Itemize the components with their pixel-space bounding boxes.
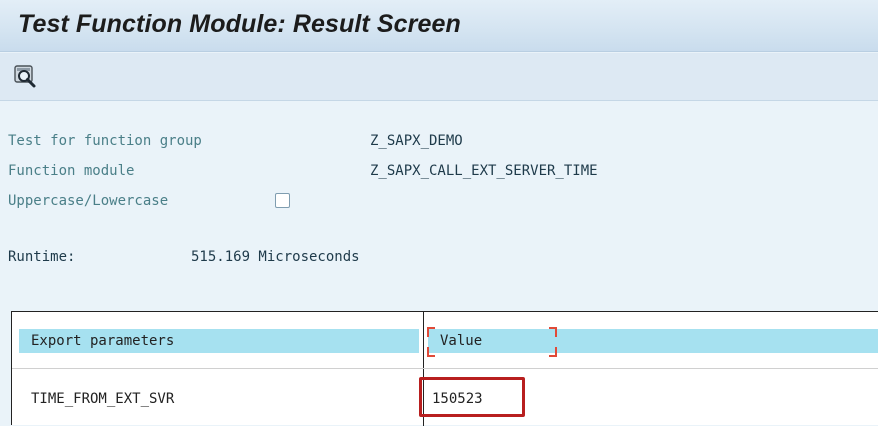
header-export-parameters: Export parameters [19,329,419,353]
value-highlight-box [419,377,525,417]
focus-bracket-top-left [427,327,435,337]
toolbar [0,53,878,101]
case-label: Uppercase/Lowercase [8,193,169,209]
function-module-label: Function module [8,163,135,179]
param-name-cell: TIME_FROM_EXT_SVR [31,391,175,407]
runtime-value: 515.169 Microseconds [191,249,360,265]
function-group-value: Z_SAPX_DEMO [370,133,463,149]
focus-bracket-top-right [549,327,557,337]
function-module-value: Z_SAPX_CALL_EXT_SERVER_TIME [370,163,598,179]
case-checkbox[interactable] [275,193,290,208]
title-bar: Test Function Module: Result Screen [0,0,878,52]
focus-bracket-bottom-right [549,347,557,357]
header-value-label: Value [440,333,483,349]
row-divider [12,368,878,369]
header-value: Value [428,329,878,353]
focus-bracket-bottom-left [427,347,435,357]
runtime-label: Runtime: [8,249,76,265]
inspect-magnifier-icon[interactable] [14,65,38,89]
function-group-label: Test for function group [8,133,202,149]
header-export-parameters-label: Export parameters [31,333,175,349]
page-title: Test Function Module: Result Screen [18,10,461,38]
